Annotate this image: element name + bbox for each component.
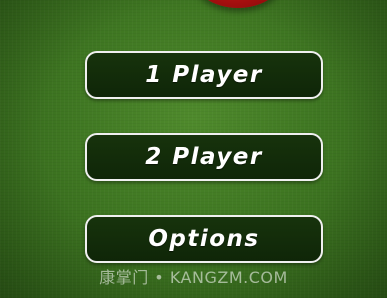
one-player-label: 1 Player	[145, 62, 263, 88]
two-player-button[interactable]: 2 Player	[85, 133, 323, 181]
red-ball	[192, 0, 284, 8]
one-player-button[interactable]: 1 Player	[85, 51, 323, 99]
two-player-label: 2 Player	[145, 144, 263, 170]
watermark: 康掌门 • KANGZM.COM	[99, 268, 288, 287]
options-label: Options	[148, 226, 260, 252]
options-button[interactable]: Options	[85, 215, 323, 263]
